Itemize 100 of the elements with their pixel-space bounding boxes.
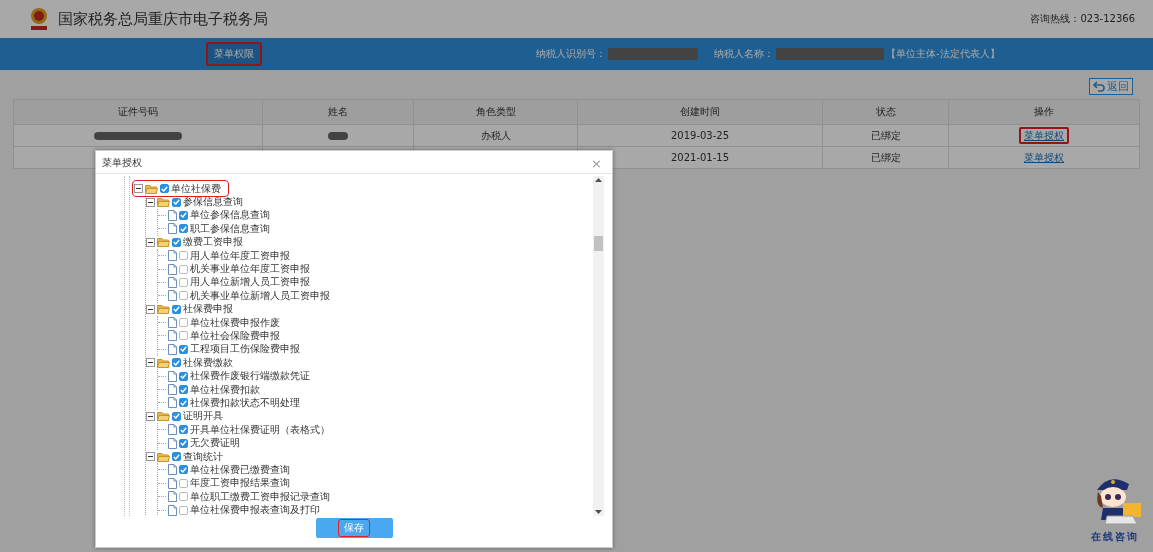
tree-item-label[interactable]: 社保费申报	[183, 302, 233, 317]
collapse-icon[interactable]	[146, 237, 155, 247]
tree-item-label[interactable]: 单位社保费申报作废	[190, 315, 280, 330]
document-icon	[168, 504, 177, 516]
tree-item-label[interactable]: 年度工资申报结果查询	[190, 476, 290, 491]
collapse-icon[interactable]	[146, 452, 155, 461]
table-cell: 办税人	[413, 124, 578, 147]
checkbox[interactable]	[172, 197, 181, 207]
tree-item-label[interactable]: 用人单位新增人员工资申报	[190, 275, 310, 290]
document-icon	[168, 290, 177, 302]
folder-icon	[157, 451, 170, 462]
tree-item-label[interactable]: 用人单位年度工资申报	[190, 248, 290, 263]
checkbox[interactable]	[179, 492, 188, 502]
menu-authorize-link[interactable]: 菜单授权	[1019, 126, 1069, 144]
document-icon	[168, 263, 177, 275]
checkbox[interactable]	[179, 385, 188, 395]
column-header: 证件号码	[13, 99, 263, 125]
tree-item-label[interactable]: 工程项目工伤保险费申报	[190, 342, 300, 357]
tree-item-label[interactable]: 单位社保费已缴费查询	[190, 462, 290, 477]
checkbox[interactable]	[179, 371, 188, 381]
tree-item-label[interactable]: 单位职工缴费工资申报记录查询	[190, 489, 330, 504]
folder-icon	[157, 304, 170, 315]
checkbox[interactable]	[179, 505, 188, 515]
scrollbar[interactable]	[593, 176, 604, 516]
site-title: 国家税务总局重庆市电子税务局	[58, 9, 268, 29]
tree-item-label[interactable]: 机关事业单位新增人员工资申报	[190, 288, 330, 303]
table-cell: 已绑定	[822, 124, 949, 147]
document-icon	[168, 370, 177, 382]
folder-icon	[157, 237, 170, 248]
document-icon	[168, 477, 177, 489]
menu-permission-tab[interactable]: 菜单权限	[206, 42, 262, 66]
tree-item-label[interactable]: 缴费工资申报	[183, 235, 243, 250]
tree-item-label[interactable]: 参保信息查询	[183, 195, 243, 210]
checkbox[interactable]	[179, 291, 188, 301]
folder-icon	[157, 357, 170, 368]
checkbox[interactable]	[172, 358, 181, 368]
document-icon	[168, 223, 177, 235]
folder-icon	[157, 197, 170, 208]
checkbox[interactable]	[179, 251, 188, 261]
checkbox[interactable]	[172, 304, 181, 314]
document-icon	[168, 437, 177, 449]
checkbox[interactable]	[179, 331, 188, 341]
checkbox[interactable]	[179, 224, 188, 234]
online-consult-text[interactable]: 在线咨询	[1091, 530, 1139, 544]
checkbox[interactable]	[179, 438, 188, 448]
checkbox[interactable]	[179, 478, 188, 488]
role-text: 【单位主体-法定代表人】	[886, 47, 1000, 61]
checkbox[interactable]	[179, 210, 188, 220]
checkbox[interactable]	[179, 277, 188, 287]
field-label: 纳税人名称：	[714, 47, 774, 61]
column-header: 创建时间	[577, 99, 823, 125]
tree-item-label[interactable]: 无欠费证明	[190, 436, 240, 451]
collapse-icon[interactable]	[146, 358, 155, 368]
checkbox[interactable]	[179, 344, 188, 354]
tree-item-label[interactable]: 单位社保费扣款	[190, 382, 260, 397]
tree-item-label[interactable]: 机关事业单位年度工资申报	[190, 262, 310, 277]
scroll-up-icon[interactable]	[594, 176, 603, 184]
checkbox[interactable]	[172, 452, 181, 461]
document-icon	[168, 250, 177, 262]
field-label: 纳税人识别号：	[536, 47, 606, 61]
emblem-logo	[28, 6, 50, 32]
checkbox[interactable]	[179, 465, 188, 475]
checkbox[interactable]	[179, 264, 188, 274]
document-icon	[168, 317, 177, 329]
collapse-icon[interactable]	[146, 304, 155, 314]
scroll-down-icon[interactable]	[594, 508, 603, 516]
tree-item-label[interactable]: 查询统计	[183, 449, 223, 464]
collapse-icon[interactable]	[146, 411, 155, 421]
checkbox[interactable]	[172, 237, 181, 247]
tree-item-label[interactable]: 证明开具	[183, 409, 223, 424]
tree-item-label[interactable]: 单位社保费申报表查询及打印	[190, 503, 320, 516]
column-header: 角色类型	[413, 99, 578, 125]
checkbox[interactable]	[179, 318, 188, 328]
dialog-title: 菜单授权	[102, 156, 143, 170]
collapse-icon[interactable]	[146, 197, 155, 207]
table-cell: 2019-03-25	[577, 124, 823, 147]
document-icon	[168, 384, 177, 396]
tree-item-label[interactable]: 社保费缴款	[183, 355, 233, 370]
column-header: 状态	[822, 99, 949, 125]
scrollbar-thumb[interactable]	[594, 236, 603, 251]
checkbox[interactable]	[172, 411, 181, 421]
tree-item-label[interactable]: 职工参保信息查询	[190, 221, 270, 236]
tree-item-label[interactable]: 社保费作废银行端缴款凭证	[190, 369, 310, 384]
checkbox[interactable]	[160, 184, 169, 194]
column-header: 姓名	[262, 99, 414, 125]
folder-icon	[157, 411, 170, 422]
document-icon	[168, 343, 177, 355]
checkbox[interactable]	[179, 425, 188, 435]
table-cell: 已绑定	[822, 146, 949, 169]
tree-item-label[interactable]: 单位参保信息查询	[190, 208, 270, 223]
tree-item-label[interactable]: 社保费扣款状态不明处理	[190, 395, 300, 410]
document-icon	[168, 491, 177, 503]
document-icon	[168, 424, 177, 436]
folder-icon	[145, 183, 158, 194]
document-icon	[168, 276, 177, 288]
tree-item-label[interactable]: 单位社保费	[171, 181, 221, 196]
tree-item-label[interactable]: 单位社会保险费申报	[190, 329, 280, 343]
checkbox[interactable]	[179, 398, 188, 408]
collapse-icon[interactable]	[134, 184, 143, 194]
tree-item-label[interactable]: 开具单位社保费证明（表格式）	[190, 422, 330, 437]
